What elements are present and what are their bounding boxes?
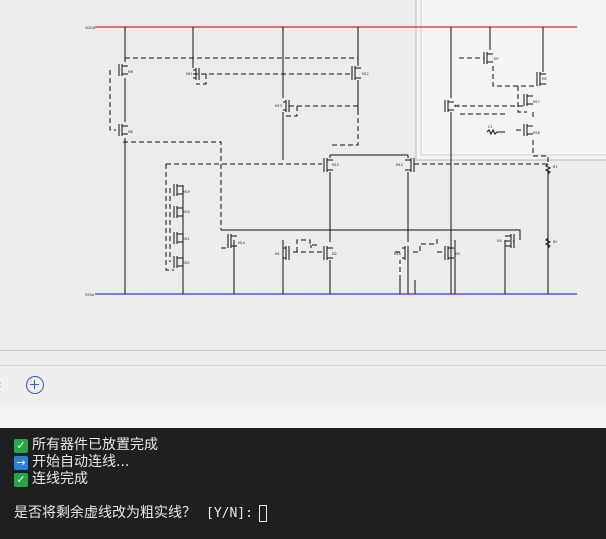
svg-text:M10: M10	[396, 163, 403, 167]
svg-text:M17: M17	[533, 100, 540, 104]
svg-text:C1: C1	[488, 125, 492, 129]
terminal-line: ✓ 所有器件已放置完成	[14, 437, 158, 454]
svg-text:M4: M4	[497, 239, 502, 243]
prompt-options: [Y/N]:	[206, 506, 253, 521]
svg-text:M7: M7	[494, 57, 499, 61]
terminal-panel[interactable]: ✓ 所有器件已放置完成 → 开始自动连线... ✓ 连线完成 是否将剩余虚线改为…	[0, 428, 606, 539]
vss-rail-label: VSSA	[85, 293, 95, 297]
svg-text:M2: M2	[332, 252, 337, 256]
svg-text:M18: M18	[533, 131, 540, 135]
terminal-line-text: 开始自动连线...	[32, 454, 130, 470]
svg-text:M11: M11	[186, 72, 193, 76]
detail-panel-frame	[415, 0, 606, 161]
circuit-schematic[interactable]: VDDA VSSA M6 M8 M11 M12 M13 M9 M7 M5 M15…	[0, 0, 606, 350]
prompt-question: 是否将剩余虚线改为粗实线？	[14, 505, 196, 521]
svg-text:M9: M9	[455, 104, 460, 108]
svg-text:M15: M15	[332, 163, 339, 167]
tab-scroll-left-icon[interactable]: ‹	[0, 378, 5, 392]
terminal-prompt: 是否将剩余虚线改为粗实线？ [Y/N]:	[14, 505, 267, 522]
svg-text:M19: M19	[183, 190, 190, 194]
check-icon: ✓	[14, 472, 28, 487]
svg-text:M3: M3	[455, 252, 460, 256]
add-tab-button[interactable]	[26, 376, 44, 394]
terminal-input-cursor[interactable]	[258, 505, 267, 522]
terminal-line-text: 连线完成	[32, 471, 88, 487]
tab-bar: ‹	[0, 365, 606, 407]
svg-text:M22: M22	[183, 261, 190, 265]
terminal-line: → 开始自动连线...	[14, 454, 129, 471]
svg-text:M1: M1	[275, 252, 280, 256]
svg-text:M8: M8	[128, 130, 133, 134]
svg-text:M13: M13	[275, 104, 282, 108]
svg-text:M21: M21	[183, 237, 190, 241]
svg-text:M14: M14	[238, 241, 245, 245]
vdd-rail-label: VDDA	[85, 26, 96, 30]
svg-text:M20: M20	[183, 210, 190, 214]
svg-text:M16: M16	[394, 252, 401, 256]
check-icon: ✓	[14, 438, 28, 453]
arrow-right-icon: →	[14, 455, 28, 470]
terminal-line-text: 所有器件已放置完成	[32, 437, 158, 453]
svg-text:R1: R1	[553, 165, 557, 169]
svg-text:M6: M6	[128, 70, 133, 74]
tab-content-strip	[0, 406, 606, 428]
svg-text:M12: M12	[362, 72, 369, 76]
schematic-canvas[interactable]: VDDA VSSA M6 M8 M11 M12 M13 M9 M7 M5 M15…	[0, 0, 606, 351]
svg-text:M5: M5	[542, 77, 547, 81]
svg-text:R2: R2	[553, 240, 557, 244]
terminal-line: ✓ 连线完成	[14, 471, 88, 488]
